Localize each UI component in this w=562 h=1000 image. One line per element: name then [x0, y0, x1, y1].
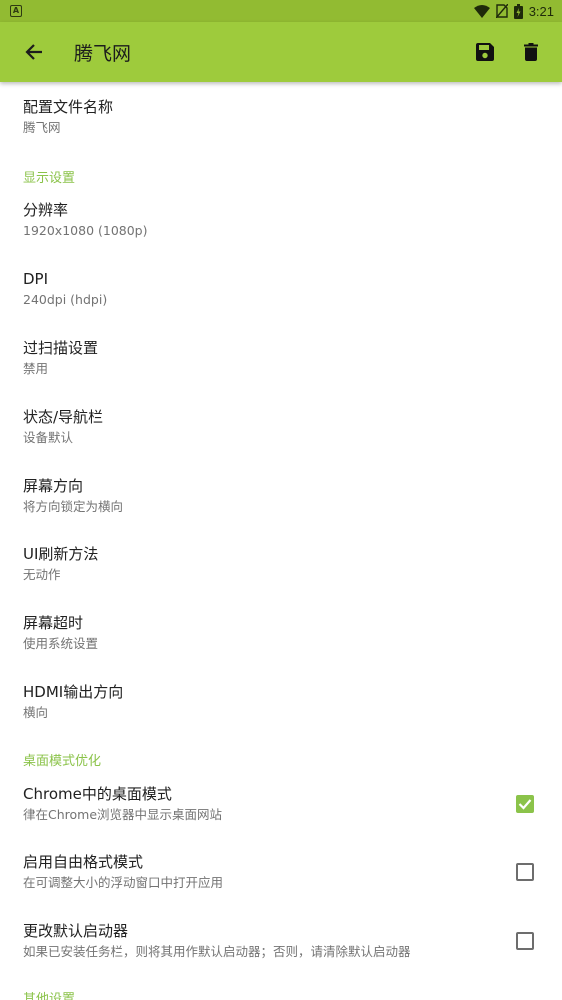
pref-title: HDMI输出方向 [23, 683, 124, 701]
status-time: 3:21 [528, 3, 554, 19]
pref-summary: 将方向锁定为横向 [23, 499, 124, 514]
checkbox-unchecked [516, 863, 534, 881]
pref-title: 启用自由格式模式 [23, 853, 144, 871]
page-title: 腾飞网 [74, 42, 132, 65]
pref-title: 过扫描设置 [23, 339, 99, 357]
pref-summary: 使用系统设置 [23, 636, 99, 651]
profile-name-item[interactable]: 配置文件名称 腾飞网 [0, 94, 562, 140]
arrow-back-icon [25, 44, 42, 60]
checkbox-checked [516, 795, 534, 813]
pref-ui-refresh[interactable]: UI刷新方法 无动作 [0, 544, 562, 584]
pref-title: UI刷新方法 [23, 545, 99, 563]
pref-summary: 设备默认 [23, 430, 74, 445]
checkbox-freeform-mode[interactable] [516, 863, 534, 881]
pref-default-launcher[interactable]: 更改默认启动器 如果已安装任务栏，则将其用作默认启动器；否则，请清除默认启动器 [0, 921, 562, 961]
app-bar: 腾飞网 [0, 22, 562, 82]
pref-summary: 律在Chrome浏览器中显示桌面网站 [23, 807, 223, 822]
pref-title: 更改默认启动器 [23, 922, 129, 940]
pref-hdmi-orientation[interactable]: HDMI输出方向 横向 [0, 682, 562, 722]
pref-summary: 横向 [23, 705, 49, 720]
pref-summary: 在可调整大小的浮动窗口中打开应用 [23, 875, 224, 890]
checkbox-chrome-desktop-mode[interactable] [516, 795, 534, 813]
checkbox-default-launcher[interactable] [516, 932, 534, 950]
pref-summary: 无动作 [23, 567, 61, 582]
pref-title: 状态/导航栏 [23, 408, 104, 426]
settings-list[interactable]: 配置文件名称 腾飞网 显示设置 分辨率 1920x1080 (1080p) DP… [0, 82, 562, 1000]
battery-icon [513, 3, 523, 19]
save-button[interactable] [462, 22, 508, 82]
checkbox-unchecked [516, 932, 534, 950]
pref-screen-orientation[interactable]: 屏幕方向 将方向锁定为横向 [0, 476, 562, 516]
category-other-settings: 其他设置 [23, 992, 76, 1000]
pref-chrome-desktop-mode[interactable]: Chrome中的桌面模式 律在Chrome浏览器中显示桌面网站 [0, 784, 562, 824]
wifi-icon [473, 4, 490, 18]
notification-icon: A [10, 5, 22, 17]
category-display-settings: 显示设置 [23, 171, 76, 186]
pref-summary: 1920x1080 (1080p) [23, 223, 148, 238]
pref-summary: 禁用 [23, 361, 49, 376]
pref-status-nav-bar[interactable]: 状态/导航栏 设备默认 [0, 407, 562, 447]
back-button[interactable] [6, 22, 62, 82]
pref-freeform-mode[interactable]: 启用自由格式模式 在可调整大小的浮动窗口中打开应用 [0, 852, 562, 892]
delete-button[interactable] [508, 22, 554, 82]
pref-title: 屏幕超时 [23, 614, 84, 632]
pref-title: 屏幕方向 [23, 477, 84, 495]
save-icon [476, 43, 494, 61]
pref-dpi[interactable]: DPI 240dpi (hdpi) [0, 269, 562, 309]
check-icon [518, 799, 532, 810]
pref-summary: 如果已安装任务栏，则将其用作默认启动器；否则，请清除默认启动器 [23, 944, 411, 959]
pref-overscan[interactable]: 过扫描设置 禁用 [0, 338, 562, 378]
pref-screen-timeout[interactable]: 屏幕超时 使用系统设置 [0, 613, 562, 653]
delete-icon [524, 43, 538, 61]
pref-resolution[interactable]: 分辨率 1920x1080 (1080p) [0, 200, 562, 240]
pref-title: 分辨率 [23, 201, 69, 219]
pref-title: DPI [23, 270, 49, 288]
category-desktop-mode: 桌面模式优化 [23, 754, 102, 769]
profile-name-value: 腾飞网 [23, 120, 61, 135]
no-sim-icon [495, 4, 508, 18]
pref-summary: 240dpi (hdpi) [23, 292, 108, 307]
profile-name-title: 配置文件名称 [23, 98, 114, 116]
pref-title: Chrome中的桌面模式 [23, 785, 172, 803]
status-bar: A 3:21 [0, 0, 562, 22]
